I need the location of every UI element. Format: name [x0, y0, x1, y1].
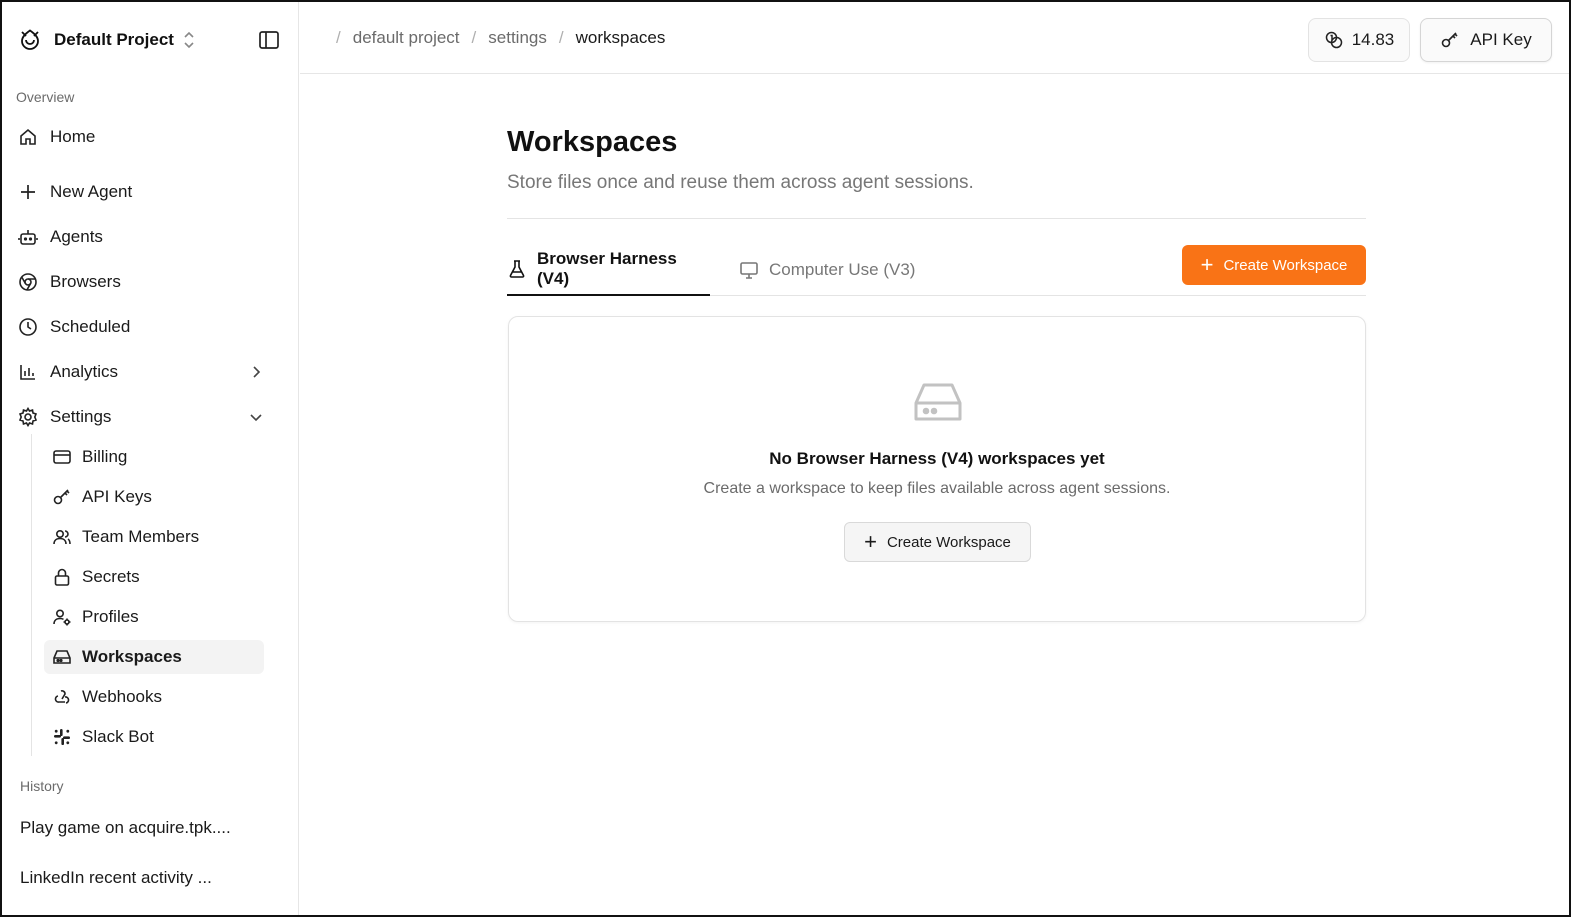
sidebar-item-profiles[interactable]: Profiles	[44, 600, 264, 634]
sidebar-item-billing[interactable]: Billing	[44, 440, 264, 474]
tab-browser-harness[interactable]: Browser Harness (V4)	[507, 249, 710, 296]
sidebar-item-webhooks[interactable]: Webhooks	[44, 680, 264, 714]
nav-analytics[interactable]: Analytics	[18, 355, 270, 389]
tab-label: Computer Use (V3)	[769, 260, 916, 279]
chrome-icon	[18, 272, 38, 292]
sidebar-item-slack-bot[interactable]: Slack Bot	[44, 720, 264, 754]
breadcrumb-separator: /	[471, 28, 477, 47]
chevron-down-icon	[248, 409, 264, 425]
gear-icon	[18, 407, 38, 427]
api-key-button[interactable]: API Key	[1420, 18, 1552, 62]
clock-icon	[18, 317, 38, 337]
key-icon	[52, 487, 72, 507]
bar-chart-icon	[18, 362, 38, 382]
settings-tree-line	[31, 434, 32, 756]
sidebar-item-label: Team Members	[82, 527, 200, 546]
sidebar-item-label: Slack Bot	[82, 727, 154, 746]
nav-agents-label: Agents	[50, 227, 103, 246]
empty-state-title: No Browser Harness (V4) workspaces yet	[769, 449, 1105, 468]
nav-home[interactable]: Home	[18, 120, 270, 154]
api-key-label: API Key	[1470, 30, 1532, 49]
history-item[interactable]: LinkedIn recent activity ...	[20, 868, 212, 888]
coins-icon	[1324, 30, 1344, 50]
create-workspace-label: Create Workspace	[1223, 256, 1348, 274]
page-title: Workspaces	[507, 126, 678, 158]
empty-state-description: Create a workspace to keep files availab…	[703, 480, 1171, 497]
flask-icon	[507, 259, 527, 279]
nav-agents[interactable]: Agents	[18, 220, 270, 254]
sidebar-item-label: Webhooks	[82, 687, 163, 706]
chevron-right-icon	[248, 364, 264, 380]
history-label: History	[20, 778, 64, 794]
nav-browsers-label: Browsers	[50, 272, 121, 291]
page-subtitle: Store files once and reuse them across a…	[507, 172, 974, 193]
nav-settings-label: Settings	[50, 407, 112, 426]
divider	[507, 218, 1366, 219]
empty-create-workspace-button[interactable]: + Create Workspace	[844, 522, 1031, 562]
credits-value: 14.83	[1351, 30, 1395, 49]
create-workspace-button[interactable]: + Create Workspace	[1182, 245, 1366, 285]
lock-icon	[52, 567, 72, 587]
tab-label: Browser Harness (V4)	[537, 249, 677, 288]
sidebar-item-label: API Keys	[82, 487, 152, 506]
sidebar-item-label: Secrets	[82, 567, 140, 586]
credit-card-icon	[52, 447, 72, 467]
nav-scheduled-label: Scheduled	[50, 317, 131, 336]
logo-icon	[18, 28, 42, 52]
sidebar-item-workspaces[interactable]: Workspaces	[44, 640, 264, 674]
sidebar: Default Project Overview Home New Agent …	[2, 2, 299, 915]
nav-scheduled[interactable]: Scheduled	[18, 310, 270, 344]
overview-label: Overview	[16, 89, 75, 105]
sidebar-item-api-keys[interactable]: API Keys	[44, 480, 264, 514]
user-cog-icon	[52, 607, 72, 627]
home-icon	[18, 127, 38, 147]
topbar: / default project / settings / workspace…	[300, 2, 1569, 74]
sidebar-item-label: Billing	[82, 447, 128, 466]
empty-state-card: No Browser Harness (V4) workspaces yet C…	[508, 316, 1366, 622]
slack-icon	[52, 727, 72, 747]
project-switcher[interactable]: Default Project	[18, 26, 196, 54]
sidebar-toggle-icon[interactable]	[258, 29, 280, 51]
sidebar-item-secrets[interactable]: Secrets	[44, 560, 264, 594]
key-icon	[1440, 30, 1460, 50]
plus-icon	[18, 182, 38, 202]
hard-drive-icon	[913, 379, 963, 425]
empty-create-workspace-label: Create Workspace	[886, 533, 1011, 551]
sidebar-item-label: Workspaces	[82, 647, 182, 666]
webhook-icon	[52, 687, 72, 707]
breadcrumb-current: workspaces	[575, 28, 666, 47]
breadcrumb-separator: /	[558, 28, 564, 47]
sidebar-item-label: Profiles	[82, 607, 139, 626]
sidebar-item-team-members[interactable]: Team Members	[44, 520, 264, 554]
tab-computer-use[interactable]: Computer Use (V3)	[739, 252, 915, 296]
robot-icon	[18, 227, 38, 247]
plus-icon: +	[1200, 252, 1214, 277]
breadcrumb-separator: /	[336, 28, 341, 47]
plus-icon: +	[864, 529, 877, 554]
breadcrumb-settings[interactable]: settings	[488, 28, 547, 48]
nav-browsers[interactable]: Browsers	[18, 265, 270, 299]
nav-new-agent-label: New Agent	[50, 182, 133, 201]
breadcrumb: / default project / settings / workspace…	[324, 28, 665, 48]
breadcrumb-project[interactable]: default project	[353, 28, 460, 48]
project-name: Default Project	[54, 30, 174, 49]
history-item[interactable]: Play game on acquire.tpk....	[20, 818, 231, 838]
nav-settings[interactable]: Settings	[18, 400, 270, 434]
nav-analytics-label: Analytics	[50, 362, 119, 381]
credits-button[interactable]: 14.83	[1308, 18, 1410, 62]
chevron-up-down-icon	[182, 31, 196, 49]
hard-drive-icon	[52, 647, 72, 667]
users-icon	[52, 527, 72, 547]
nav-new-agent[interactable]: New Agent	[18, 175, 270, 209]
nav-home-label: Home	[50, 127, 96, 146]
monitor-icon	[739, 260, 759, 280]
